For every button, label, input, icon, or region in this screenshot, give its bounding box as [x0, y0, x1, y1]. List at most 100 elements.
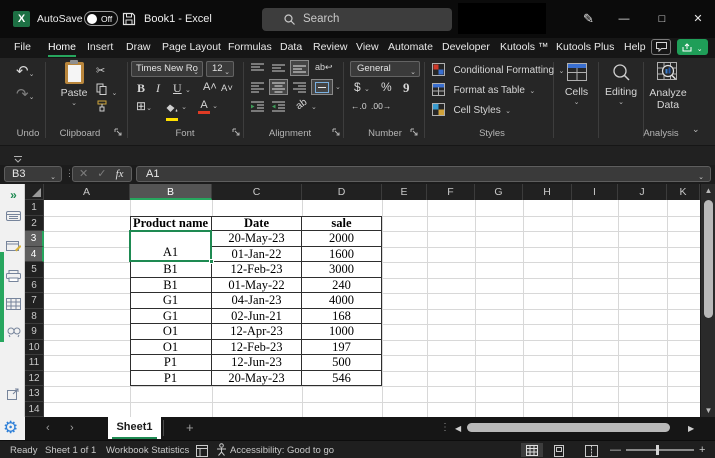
cells-button[interactable]: Cells ⌄ — [560, 63, 593, 106]
ribbon-collapse-chevron[interactable]: ⌄ — [692, 124, 700, 135]
increase-indent-button[interactable] — [269, 98, 288, 114]
align-center-button[interactable] — [269, 79, 288, 95]
menu-insert[interactable]: Insert — [87, 41, 113, 53]
merge-center-chevron[interactable]: ⌄ — [335, 83, 341, 91]
align-middle-button[interactable] — [269, 60, 288, 76]
row-header-9[interactable]: 9 — [25, 324, 44, 340]
formula-input[interactable]: A1⌄ — [136, 166, 711, 182]
close-button[interactable]: ✕ — [691, 12, 705, 26]
vertical-scroll-thumb[interactable] — [704, 200, 713, 318]
align-top-button[interactable] — [248, 60, 267, 76]
currency-chevron[interactable]: ⌄ — [364, 85, 370, 93]
menu-formulas[interactable]: Formulas — [228, 41, 272, 53]
menu-draw[interactable]: Draw — [126, 41, 151, 53]
zoom-in-button[interactable]: + — [699, 444, 705, 456]
sheet-tab-active[interactable]: Sheet1 — [108, 417, 161, 439]
hscroll-left-arrow[interactable]: ◀ — [455, 424, 461, 433]
row-header-7[interactable]: 7 — [25, 293, 44, 309]
conditional-formatting-button[interactable]: Conditional Formatting ⌄ — [432, 63, 564, 81]
column-header-F[interactable]: F — [427, 184, 475, 200]
bold-button[interactable]: B — [137, 81, 145, 96]
column-header-A[interactable]: A — [44, 184, 130, 200]
undo-button[interactable]: ↶⌄ — [16, 62, 34, 80]
column-header-B[interactable]: B — [130, 184, 212, 200]
sidebar-expand-icon[interactable]: » — [5, 188, 22, 203]
zoom-slider-track[interactable] — [626, 449, 694, 451]
row-header-10[interactable]: 10 — [25, 340, 44, 356]
borders-button[interactable]: ⊞⌄ — [136, 99, 152, 113]
decrease-decimal-button[interactable]: .00→ — [371, 101, 391, 111]
sidebar-find-icon[interactable] — [5, 326, 22, 341]
comments-button[interactable] — [651, 39, 671, 55]
paste-button[interactable]: Paste ⌄ — [58, 62, 90, 107]
row-header-6[interactable]: 6 — [25, 278, 44, 294]
analyze-data-button[interactable]: AnalyzeData — [644, 62, 692, 111]
decrease-font-button[interactable]: A˅ — [221, 83, 233, 94]
copy-button[interactable]: ⌄ — [96, 82, 117, 100]
menu-file[interactable]: File — [14, 41, 31, 53]
number-launcher[interactable] — [410, 128, 419, 137]
column-header-C[interactable]: C — [212, 184, 302, 200]
decrease-indent-button[interactable] — [248, 98, 267, 114]
menu-automate[interactable]: Automate — [388, 41, 433, 53]
sidebar-printer-icon[interactable] — [5, 270, 22, 285]
percent-button[interactable]: % — [381, 80, 392, 94]
menu-help[interactable]: Help — [624, 41, 646, 53]
scroll-up-arrow[interactable]: ▲ — [701, 186, 715, 195]
scroll-down-arrow[interactable]: ▼ — [701, 406, 715, 415]
page-layout-view-button[interactable] — [553, 444, 565, 458]
hscroll-right-arrow[interactable]: ▶ — [688, 424, 694, 433]
orientation-chevron[interactable]: ⌄ — [311, 103, 317, 111]
row-header-11[interactable]: 11 — [25, 355, 44, 371]
settings-gear-icon[interactable]: ⚙ — [3, 418, 18, 438]
row-header-13[interactable]: 13 — [25, 386, 44, 402]
align-right-button[interactable] — [290, 79, 309, 95]
fill-handle[interactable] — [209, 259, 214, 264]
menu-home[interactable]: Home — [48, 41, 76, 53]
clipboard-launcher[interactable] — [114, 128, 123, 137]
menu-developer[interactable]: Developer — [442, 41, 490, 53]
editing-button[interactable]: Editing ⌄ — [601, 63, 641, 106]
scrollbar-resize-dots[interactable]: ⋮ — [440, 422, 450, 433]
normal-view-button[interactable] — [521, 443, 543, 457]
sidebar-table-icon[interactable] — [5, 298, 22, 313]
font-name-combo[interactable]: Times New Ro⌄ — [131, 61, 203, 77]
row-header-1[interactable]: 1 — [25, 200, 44, 216]
sidebar-popout-icon[interactable] — [5, 388, 22, 403]
row-header-5[interactable]: 5 — [25, 262, 44, 278]
row-header-3[interactable]: 3 — [25, 231, 44, 247]
italic-button[interactable]: I — [156, 81, 160, 96]
column-header-I[interactable]: I — [572, 184, 618, 200]
vertical-scrollbar[interactable]: ▲ ▼ — [700, 184, 715, 417]
cancel-formula-icon[interactable]: ✕ — [79, 168, 88, 180]
font-size-combo[interactable]: 12⌄ — [206, 61, 234, 77]
confirm-formula-icon[interactable]: ✓ — [97, 168, 106, 180]
sidebar-form-icon[interactable] — [5, 240, 22, 255]
row-header-8[interactable]: 8 — [25, 309, 44, 325]
format-as-table-button[interactable]: Format as Table ⌄ — [432, 83, 535, 101]
format-painter-button[interactable] — [96, 99, 108, 117]
cut-button[interactable]: ✂ — [96, 64, 105, 77]
column-header-G[interactable]: G — [475, 184, 523, 200]
font-color-button[interactable]: A ⌄ — [198, 99, 210, 114]
number-format-combo[interactable]: General⌄ — [350, 61, 420, 77]
column-header-D[interactable]: D — [302, 184, 382, 200]
menu-kutools[interactable]: Kutools ™ — [500, 41, 548, 53]
column-header-H[interactable]: H — [523, 184, 572, 200]
comma-style-button[interactable]: 9 — [403, 80, 410, 96]
increase-font-button[interactable]: A˄ — [203, 81, 217, 93]
save-icon[interactable] — [122, 12, 136, 31]
add-sheet-button[interactable]: + — [186, 420, 194, 435]
pen-icon[interactable]: ✎ — [583, 11, 594, 27]
row-header-12[interactable]: 12 — [25, 371, 44, 387]
menu-review[interactable]: Review — [313, 41, 347, 53]
excel-logo-icon[interactable]: X — [13, 11, 30, 27]
zoom-slider-handle[interactable] — [656, 445, 659, 455]
column-header-K[interactable]: K — [667, 184, 700, 200]
merge-center-button[interactable] — [311, 79, 333, 95]
menu-data[interactable]: Data — [280, 41, 302, 53]
sidebar-workbook-icon[interactable] — [5, 210, 22, 225]
menu-kutools-plus[interactable]: Kutools Plus — [556, 41, 614, 53]
alignment-launcher[interactable] — [332, 128, 341, 137]
workbook-stats-icon[interactable] — [196, 444, 208, 458]
